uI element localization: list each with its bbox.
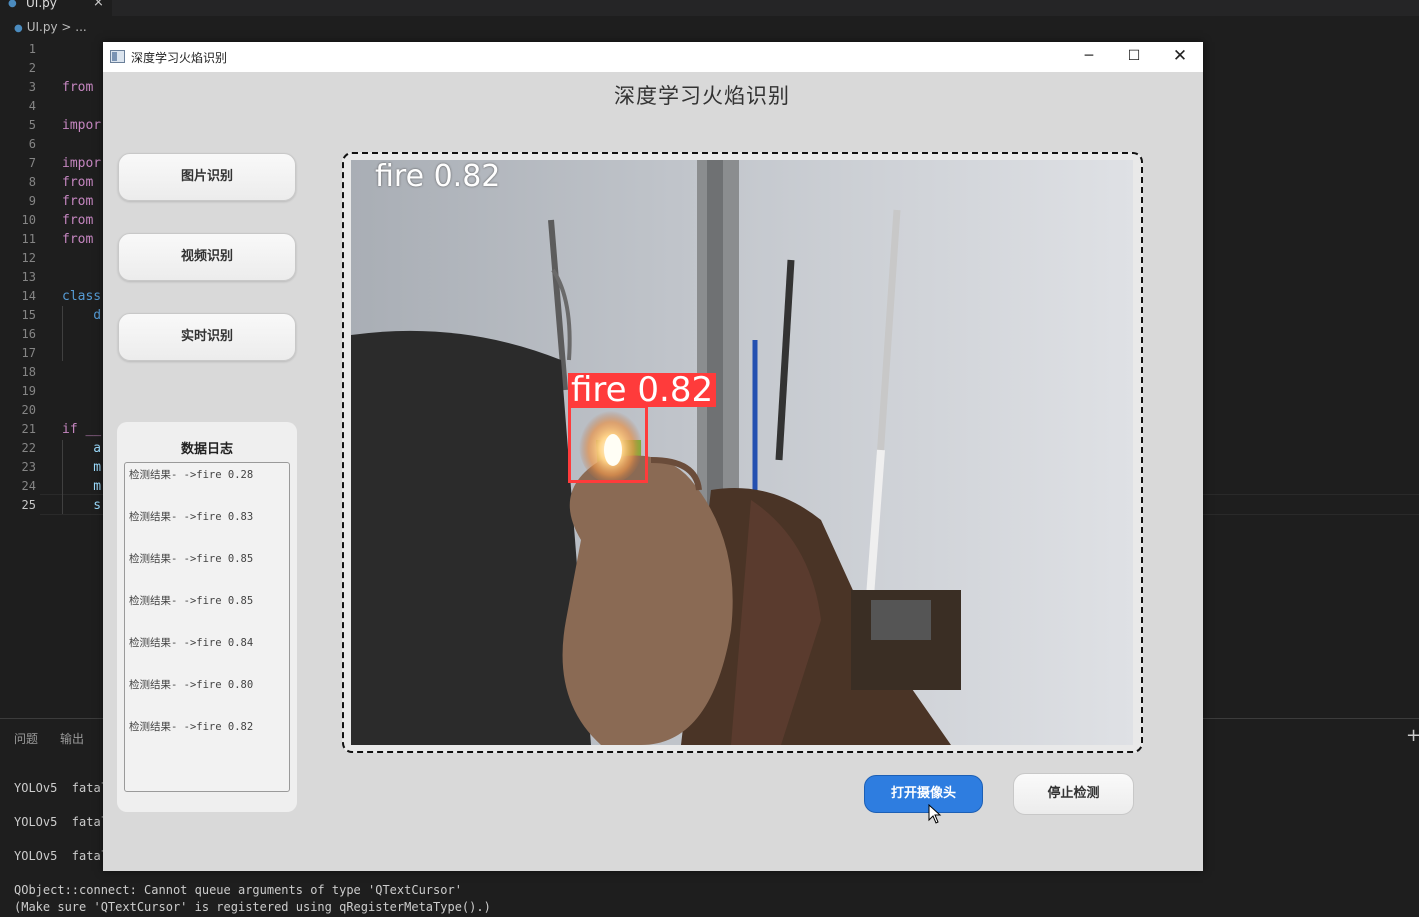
code-line: m xyxy=(62,460,102,475)
line-number-current: 25 xyxy=(21,498,36,512)
close-icon[interactable]: × xyxy=(93,0,104,10)
line-number: 2 xyxy=(28,61,36,75)
stop-detection-button[interactable]: 停止检测 xyxy=(1013,773,1134,815)
terminal-line: (Make sure 'QTextCursor' is registered u… xyxy=(14,900,491,914)
fire-detection-box xyxy=(568,405,648,483)
minimize-button[interactable]: ─ xyxy=(1066,42,1112,72)
log-entry: 检测结果- ->fire 0.83 xyxy=(129,511,254,523)
line-number: 9 xyxy=(28,194,36,208)
code-line: impor xyxy=(62,118,102,133)
maximize-button[interactable]: ☐ xyxy=(1111,42,1157,72)
realtime-recognition-button[interactable]: 实时识别 xyxy=(118,313,296,361)
log-entry: 检测结果- ->fire 0.84 xyxy=(129,637,254,649)
terminal-line: YOLOv5 fatal xyxy=(14,781,108,795)
data-log-panel: 数据日志 检测结果- ->fire 0.28 检测结果- ->fire 0.83… xyxy=(117,422,297,812)
window-title: 深度学习火焰识别 xyxy=(131,51,228,65)
line-number: 1 xyxy=(28,42,36,56)
breadcrumb-text: UI.py > ... xyxy=(26,20,87,34)
log-entry: 检测结果- ->fire 0.28 xyxy=(129,469,254,481)
terminal-line: YOLOv5 fatal xyxy=(14,815,108,829)
code-editor[interactable]: from impor impor from from from from cla… xyxy=(62,40,103,515)
page-title: 深度学习火焰识别 xyxy=(614,84,790,108)
line-number: 24 xyxy=(21,479,36,493)
editor-tab-strip: ● UI.py × xyxy=(0,0,1419,16)
editor-tab-ui-py[interactable]: ● UI.py × xyxy=(0,0,112,16)
line-number: 20 xyxy=(21,403,36,417)
line-number: 3 xyxy=(28,80,36,94)
line-number: 12 xyxy=(21,251,36,265)
code-line: from xyxy=(62,80,102,95)
open-camera-button[interactable]: 打开摄像头 xyxy=(864,775,983,813)
line-number: 6 xyxy=(28,137,36,151)
breadcrumb[interactable]: ● UI.py > ... xyxy=(14,20,87,34)
line-number: 17 xyxy=(21,346,36,360)
line-number: 16 xyxy=(21,327,36,341)
code-line: from xyxy=(62,232,102,247)
line-number: 4 xyxy=(28,99,36,113)
indent-guide xyxy=(62,440,63,514)
window-titlebar[interactable]: 深度学习火焰识别 ─ ☐ ✕ xyxy=(103,42,1203,72)
data-log-title: 数据日志 xyxy=(180,442,233,457)
code-line: from xyxy=(62,194,102,209)
image-recognition-button[interactable]: 图片识别 xyxy=(118,153,296,201)
detection-result-overlay: fire 0.82 xyxy=(375,160,501,194)
mouse-cursor-icon xyxy=(928,804,942,824)
video-recognition-button[interactable]: 视频识别 xyxy=(118,233,296,281)
line-number: 22 xyxy=(21,441,36,455)
code-line: from xyxy=(62,213,102,228)
code-line: s xyxy=(62,498,102,513)
line-number: 13 xyxy=(21,270,36,284)
line-number: 19 xyxy=(21,384,36,398)
code-line: if __ xyxy=(62,422,102,437)
indent-guide xyxy=(62,306,63,361)
camera-feed: fire 0.82 fire 0.82 xyxy=(351,160,1133,745)
close-window-button[interactable]: ✕ xyxy=(1157,42,1203,72)
code-line: d xyxy=(62,308,102,323)
code-line: impor xyxy=(62,156,102,171)
code-line: a xyxy=(62,441,102,456)
code-line: from xyxy=(62,175,102,190)
line-number: 18 xyxy=(21,365,36,379)
line-number: 10 xyxy=(21,213,36,227)
fire-detection-window: 深度学习火焰识别 ─ ☐ ✕ 深度学习火焰识别 图片识别 视频识别 实时识别 数… xyxy=(103,42,1203,871)
camera-scene-image xyxy=(351,160,1133,745)
code-line: m xyxy=(62,479,102,494)
line-number: 21 xyxy=(21,422,36,436)
log-entry: 检测结果- ->fire 0.82 xyxy=(129,721,254,733)
line-number: 23 xyxy=(21,460,36,474)
app-window-icon xyxy=(110,50,125,63)
log-entry: 检测结果- ->fire 0.85 xyxy=(129,553,254,565)
line-number: 8 xyxy=(28,175,36,189)
python-file-icon: ● xyxy=(14,23,23,34)
line-number-gutter: 1 2 3 4 5 6 7 8 9 10 11 12 13 14 15 16 1… xyxy=(0,40,40,515)
log-entry: 检测结果- ->fire 0.85 xyxy=(129,595,254,607)
line-number: 14 xyxy=(21,289,36,303)
line-number: 11 xyxy=(21,232,36,246)
code-line: class xyxy=(62,289,102,304)
python-file-icon: ● xyxy=(8,0,17,9)
line-number: 5 xyxy=(28,118,36,132)
log-entry: 检测结果- ->fire 0.80 xyxy=(129,679,254,691)
plus-icon[interactable]: + xyxy=(1406,725,1419,746)
fire-detection-label: fire 0.82 xyxy=(568,373,717,407)
line-number: 7 xyxy=(28,156,36,170)
terminal-line: YOLOv5 fatal xyxy=(14,849,108,863)
tab-problems[interactable]: 问题 xyxy=(14,730,38,747)
data-log-textbox[interactable]: 检测结果- ->fire 0.28 检测结果- ->fire 0.83 检测结果… xyxy=(124,462,290,792)
tab-output[interactable]: 输出 xyxy=(60,730,84,747)
editor-tab-label: UI.py xyxy=(26,0,57,10)
line-number: 15 xyxy=(21,308,36,322)
terminal-line: QObject::connect: Cannot queue arguments… xyxy=(14,883,462,897)
